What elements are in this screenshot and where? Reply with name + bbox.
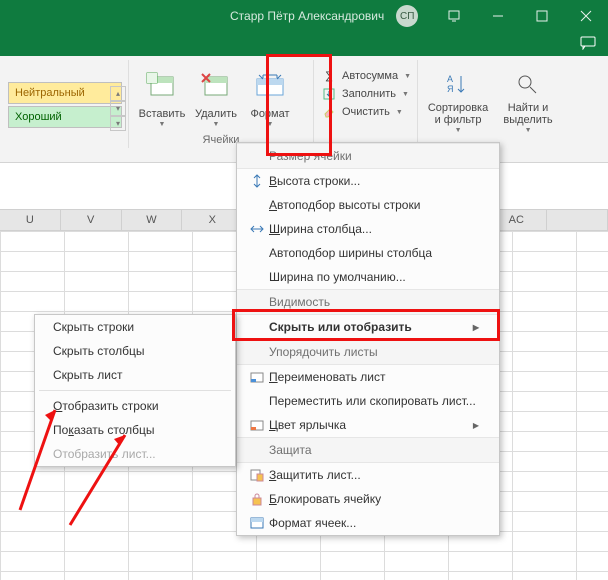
- annotation-highlight-hide-show: [232, 309, 500, 341]
- chevron-down-icon: ▼: [189, 121, 243, 128]
- menu-tab-color[interactable]: Цвет ярлычка▶: [237, 413, 499, 437]
- menu-default-width[interactable]: Ширина по умолчанию...: [237, 265, 499, 289]
- menu-autofit-row[interactable]: Автоподбор высоты строки: [237, 193, 499, 217]
- menu-rename-sheet[interactable]: Переименовать лист: [237, 365, 499, 389]
- menu-show-sheet: Отобразить лист...: [35, 442, 235, 466]
- minimize-button[interactable]: [476, 0, 520, 32]
- annotation-highlight-format: [266, 54, 332, 156]
- menu-col-width[interactable]: Ширина столбца...: [237, 217, 499, 241]
- style-neutral[interactable]: Нейтральный: [8, 82, 122, 104]
- styles-down-icon[interactable]: ▾: [110, 101, 126, 116]
- col-header[interactable]: W: [122, 210, 183, 230]
- menu-row-height[interactable]: Высота строки...: [237, 169, 499, 193]
- hide-show-submenu: Скрыть строки Скрыть столбцы Скрыть лист…: [34, 314, 236, 467]
- sort-filter-button[interactable]: АЯ Сортировкаи фильтр ▼: [424, 68, 492, 134]
- chevron-right-icon: ▶: [473, 421, 479, 430]
- styles-more-icon[interactable]: ▾: [110, 116, 126, 131]
- close-button[interactable]: [564, 0, 608, 32]
- styles-up-icon[interactable]: ▴: [110, 86, 126, 101]
- ribbon-header: [0, 32, 608, 56]
- ribbon-options-icon[interactable]: [432, 0, 476, 32]
- menu-lock-cell[interactable]: Блокировать ячейку: [237, 487, 499, 511]
- protect-sheet-icon: [245, 465, 269, 485]
- menu-hide-rows[interactable]: Скрыть строки: [35, 315, 235, 339]
- editing-group: ∑ Автосумма▼ Заполнить▼ Очистить▼: [320, 60, 411, 120]
- autosum-button[interactable]: ∑ Автосумма▼: [320, 68, 411, 84]
- menu-move-copy-sheet[interactable]: Переместить или скопировать лист...: [237, 389, 499, 413]
- menu-protect-sheet[interactable]: Защитить лист...: [237, 463, 499, 487]
- titlebar: Старр Пётр Александрович СП: [0, 0, 608, 32]
- insert-button[interactable]: Вставить ▼: [135, 66, 189, 128]
- find-select-button[interactable]: Найти ивыделить ▼: [494, 68, 562, 134]
- menu-hide-sheet[interactable]: Скрыть лист: [35, 363, 235, 387]
- maximize-button[interactable]: [520, 0, 564, 32]
- menu-show-cols[interactable]: Показать столбцы: [35, 418, 235, 442]
- menu-header-protect: Защита: [237, 437, 499, 463]
- row-height-icon: [245, 171, 269, 191]
- col-header[interactable]: X: [182, 210, 243, 230]
- user-avatar[interactable]: СП: [396, 5, 418, 27]
- menu-show-rows[interactable]: Отобразить строки: [35, 394, 235, 418]
- menu-hide-cols[interactable]: Скрыть столбцы: [35, 339, 235, 363]
- chevron-down-icon: ▼: [135, 121, 189, 128]
- document-user-name: Старр Пётр Александрович: [230, 9, 384, 23]
- menu-header-sheets: Упорядочить листы: [237, 339, 499, 365]
- sort-find-group: АЯ Сортировкаи фильтр ▼ Найти ивыделить …: [424, 60, 562, 134]
- cell-format-icon: [245, 513, 269, 533]
- styles-gallery[interactable]: Нейтральный Хороший ▴ ▾ ▾: [0, 60, 122, 130]
- fill-button[interactable]: Заполнить▼: [320, 86, 411, 102]
- col-header[interactable]: V: [61, 210, 122, 230]
- style-good[interactable]: Хороший: [8, 106, 122, 128]
- menu-cell-format[interactable]: Формат ячеек...: [237, 511, 499, 535]
- clear-button[interactable]: Очистить▼: [320, 104, 411, 120]
- col-width-icon: [245, 219, 269, 239]
- delete-button[interactable]: Удалить ▼: [189, 66, 243, 128]
- tab-color-icon: [245, 415, 269, 435]
- lock-icon: [245, 489, 269, 509]
- col-header[interactable]: [547, 210, 608, 230]
- rename-icon: [245, 367, 269, 387]
- menu-autofit-col[interactable]: Автоподбор ширины столбца: [237, 241, 499, 265]
- svg-text:Я: Я: [447, 84, 454, 94]
- comments-icon[interactable]: [580, 36, 596, 53]
- svg-text:А: А: [447, 74, 453, 84]
- col-header[interactable]: U: [0, 210, 61, 230]
